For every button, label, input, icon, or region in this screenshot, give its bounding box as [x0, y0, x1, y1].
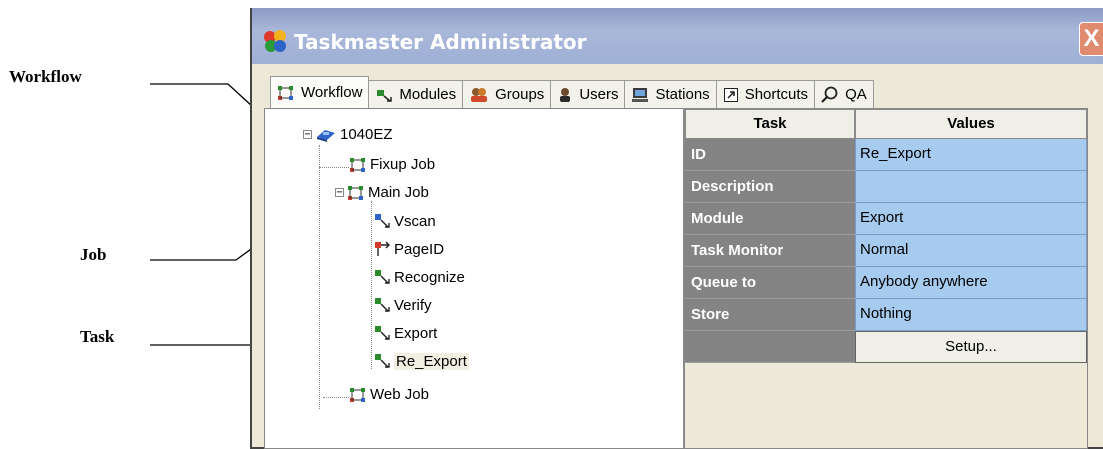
workflow-tree[interactable]: − 1040EZ Fixup Job − Main Job Vscan Page…: [264, 108, 684, 449]
collapse-toggle[interactable]: −: [303, 130, 312, 140]
window-title: Taskmaster Administrator: [294, 30, 587, 54]
grid-value-store[interactable]: Nothing: [855, 299, 1087, 331]
magnifier-icon: [821, 86, 838, 103]
tree-connector: [319, 145, 320, 409]
grid-header-task: Task: [685, 109, 855, 139]
tab-workflow[interactable]: Workflow: [270, 76, 370, 108]
setup-button[interactable]: Setup...: [855, 331, 1087, 363]
job-icon: [350, 157, 365, 172]
station-icon: [632, 87, 649, 102]
tree-node-task[interactable]: Export: [373, 324, 437, 342]
job-icon: [350, 387, 365, 402]
tree-node-label: PageID: [394, 240, 445, 258]
grid-key-description: Description: [685, 171, 855, 203]
grid-value-description[interactable]: [855, 171, 1087, 203]
tree-node-web-job[interactable]: Web Job: [349, 386, 429, 403]
module-task-icon: [375, 326, 390, 340]
callout-task: Task: [80, 327, 115, 346]
title-bar[interactable]: Taskmaster Administrator X: [252, 8, 1103, 64]
tree-connector: [323, 397, 349, 398]
tab-groups[interactable]: Groups: [462, 80, 552, 108]
tab-stations[interactable]: Stations: [624, 80, 717, 108]
tree-node-label: Verify: [394, 296, 432, 314]
tab-qa[interactable]: QA: [814, 80, 874, 108]
tree-node-task[interactable]: PageID: [373, 240, 444, 258]
tree-node-label: Web Job: [370, 386, 429, 403]
tree-node-label: Re_Export: [394, 352, 469, 370]
callout-workflow: Workflow: [9, 67, 82, 86]
tree-connector: [319, 167, 349, 168]
tree-node-label: Recognize: [394, 268, 465, 286]
taskmaster-window: Taskmaster Administrator X Workflow Modu…: [250, 8, 1103, 449]
tree-node-task[interactable]: Verify: [373, 296, 432, 314]
vscan-task-icon: [375, 214, 390, 228]
grid-value-task-monitor[interactable]: Normal: [855, 235, 1087, 267]
tree-node-label: 1040EZ: [340, 126, 393, 143]
tree-node-task[interactable]: Recognize: [373, 268, 465, 286]
groups-icon: [471, 87, 488, 102]
tree-node-label: Vscan: [394, 212, 436, 230]
tree-connector: [371, 201, 372, 369]
tab-label: Workflow: [301, 84, 363, 101]
tab-label: Modules: [399, 86, 457, 103]
tab-strip: Workflow Modules Groups Users Stations S…: [270, 76, 1103, 108]
task-property-grid: Task Values ID Re_Export Description Mod…: [684, 108, 1088, 449]
tab-shortcuts[interactable]: Shortcuts: [715, 80, 816, 108]
grid-value-id[interactable]: Re_Export: [855, 139, 1087, 171]
grid-header-values: Values: [855, 109, 1087, 139]
workflow-icon: [278, 85, 293, 100]
shortcut-icon: [723, 87, 738, 102]
callout-job: Job: [80, 245, 107, 264]
tree-node-task-selected[interactable]: Re_Export: [373, 352, 469, 370]
tree-node-1040ez[interactable]: − 1040EZ: [303, 126, 393, 143]
tab-label: Stations: [655, 86, 710, 103]
grid-value-queue-to[interactable]: Anybody anywhere: [855, 267, 1087, 299]
module-task-icon: [375, 270, 390, 284]
grid-key-task-monitor: Task Monitor: [685, 235, 855, 267]
tab-label: Shortcuts: [744, 86, 809, 103]
tree-node-label: Main Job: [368, 184, 429, 201]
grid-value-module[interactable]: Export: [855, 203, 1087, 235]
workflow-root-icon: [317, 129, 335, 142]
grid-key-module: Module: [685, 203, 855, 235]
tab-label: Users: [579, 86, 619, 103]
collapse-toggle[interactable]: −: [335, 188, 344, 198]
tab-label: QA: [845, 86, 867, 103]
tab-users[interactable]: Users: [550, 80, 626, 108]
module-task-icon: [375, 354, 390, 368]
tree-node-fixup-job[interactable]: Fixup Job: [349, 156, 435, 173]
app-icon: [264, 30, 286, 52]
module-icon: [377, 89, 393, 102]
job-icon: [348, 185, 363, 200]
module-task-icon: [375, 298, 390, 312]
tab-modules[interactable]: Modules: [368, 80, 464, 108]
close-button[interactable]: X: [1079, 22, 1103, 56]
tree-node-task[interactable]: Vscan: [373, 212, 436, 230]
tab-label: Groups: [495, 86, 545, 103]
tree-node-main-job[interactable]: − Main Job: [335, 184, 429, 201]
tree-node-label: Export: [394, 324, 438, 342]
tree-node-label: Fixup Job: [370, 156, 436, 173]
grid-key-queue-to: Queue to: [685, 267, 855, 299]
user-icon: [560, 87, 571, 102]
grid-key-blank: [685, 331, 855, 363]
grid-key-store: Store: [685, 299, 855, 331]
grid-key-id: ID: [685, 139, 855, 171]
pageid-task-icon: [375, 241, 390, 256]
